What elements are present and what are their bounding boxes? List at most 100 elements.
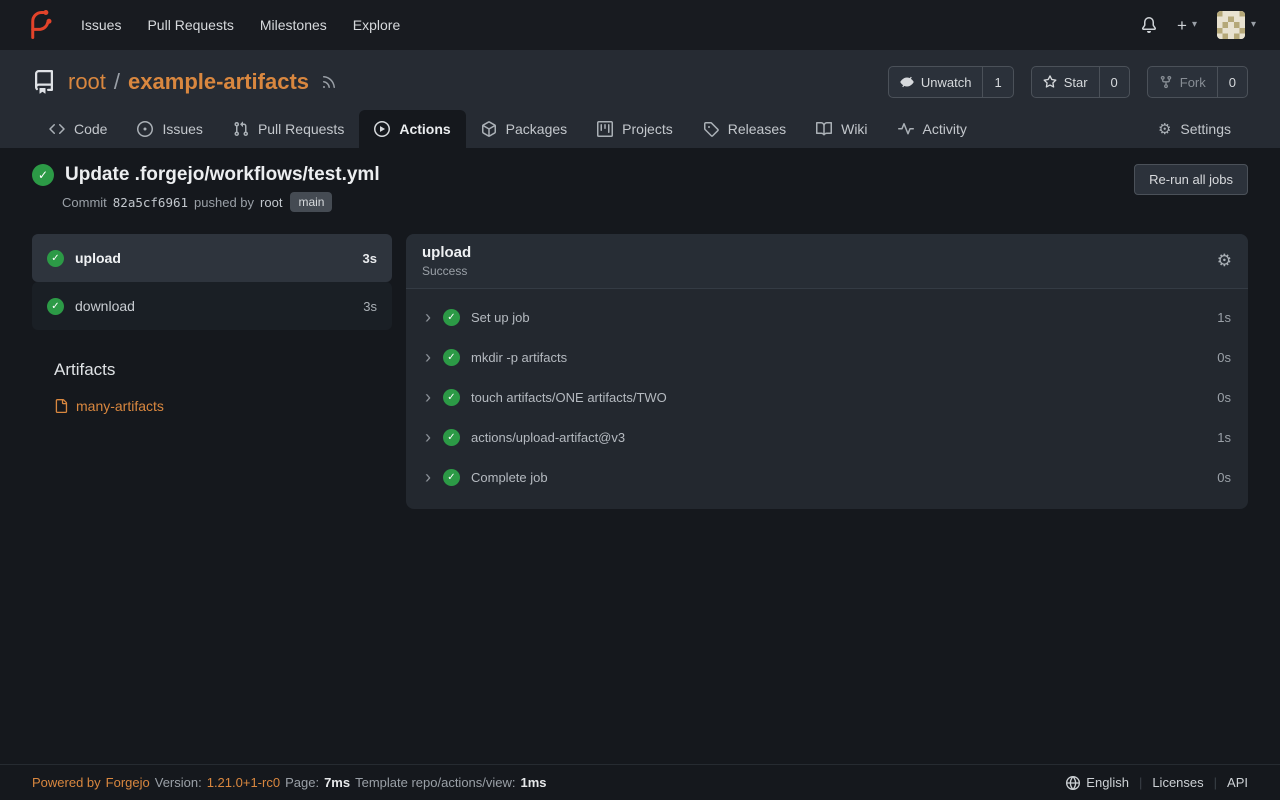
footer-right: English | Licenses | API	[1066, 775, 1248, 790]
run-title: Update .forgejo/workflows/test.yml	[65, 164, 380, 186]
licenses-link[interactable]: Licenses	[1152, 775, 1203, 790]
footer-divider: |	[1139, 775, 1142, 790]
tab-activity[interactable]: Activity	[883, 110, 982, 148]
step-name: actions/upload-artifact@v3	[470, 430, 625, 445]
step-success-check-icon: ✓	[443, 389, 460, 406]
unwatch-button[interactable]: Unwatch	[889, 67, 983, 97]
job-panel-title: upload	[422, 244, 471, 261]
plus-icon: +	[1177, 17, 1187, 34]
tab-actions[interactable]: Actions	[359, 110, 465, 148]
job-name: download	[75, 298, 135, 314]
nav-milestones[interactable]: Milestones	[247, 9, 340, 41]
branch-badge[interactable]: main	[290, 192, 332, 212]
tab-settings[interactable]: ⚙ Settings	[1143, 110, 1246, 148]
create-new-menu[interactable]: + ▾	[1177, 17, 1197, 34]
tab-code-label: Code	[74, 121, 107, 137]
job-item-download[interactable]: ✓ download 3s	[32, 282, 392, 330]
job-list: ✓ upload 3s ✓ download 3s	[32, 234, 392, 330]
chevron-right-icon: ›	[423, 348, 433, 366]
step-row-complete-job[interactable]: › ✓ Complete job 0s	[406, 457, 1248, 497]
tab-settings-label: Settings	[1180, 121, 1231, 137]
user-menu[interactable]: ▾	[1217, 11, 1256, 39]
globe-icon	[1066, 776, 1080, 790]
tab-pull-requests[interactable]: Pull Requests	[218, 110, 359, 148]
language-selector[interactable]: English	[1066, 775, 1129, 790]
check-glyph: ✓	[38, 168, 48, 182]
repo-name-link[interactable]: example-artifacts	[128, 69, 309, 95]
fork-label: Fork	[1180, 75, 1206, 90]
step-duration: 0s	[1217, 470, 1231, 485]
version-label: Version:	[155, 775, 202, 790]
star-label: Star	[1064, 75, 1088, 90]
footer: Powered by Forgejo Version: 1.21.0+1-rc0…	[0, 764, 1280, 800]
language-label: English	[1086, 775, 1129, 790]
footer-divider: |	[1214, 775, 1217, 790]
job-success-check-icon: ✓	[47, 298, 64, 315]
step-row-setup-job[interactable]: › ✓ Set up job 1s	[406, 297, 1248, 337]
step-duration: 1s	[1217, 430, 1231, 445]
check-glyph: ✓	[447, 312, 455, 323]
repo-owner-link[interactable]: root	[68, 69, 106, 95]
job-options-gear-icon[interactable]: ⚙	[1217, 251, 1232, 271]
artifacts-heading: Artifacts	[54, 360, 392, 380]
run-header: ✓ Update .forgejo/workflows/test.yml Com…	[32, 164, 1248, 212]
job-item-upload[interactable]: ✓ upload 3s	[32, 234, 392, 282]
tab-releases[interactable]: Releases	[688, 110, 801, 148]
forgejo-link[interactable]: Forgejo	[106, 775, 150, 790]
rss-icon[interactable]	[321, 74, 337, 90]
top-navbar: Issues Pull Requests Milestones Explore …	[0, 0, 1280, 50]
nav-explore[interactable]: Explore	[340, 9, 413, 41]
tab-wiki[interactable]: Wiki	[801, 110, 882, 148]
stars-count[interactable]: 0	[1099, 67, 1129, 97]
tab-issues[interactable]: Issues	[122, 110, 217, 148]
rerun-all-jobs-button[interactable]: Re-run all jobs	[1134, 164, 1248, 195]
avatar	[1217, 11, 1245, 39]
chevron-right-icon: ›	[423, 388, 433, 406]
artifact-link-many-artifacts[interactable]: many-artifacts	[54, 398, 392, 414]
step-duration: 1s	[1217, 310, 1231, 325]
api-link[interactable]: API	[1227, 775, 1248, 790]
step-success-check-icon: ✓	[443, 309, 460, 326]
star-button[interactable]: Star	[1032, 67, 1099, 97]
tab-projects[interactable]: Projects	[582, 110, 688, 148]
step-name: Complete job	[470, 470, 548, 485]
step-success-check-icon: ✓	[443, 469, 460, 486]
tab-pull-requests-label: Pull Requests	[258, 121, 344, 137]
repo-header: root / example-artifacts Unwatch 1 Star …	[0, 50, 1280, 148]
job-success-check-icon: ✓	[47, 250, 64, 267]
nav-issues[interactable]: Issues	[68, 9, 134, 41]
caret-down-icon: ▾	[1192, 20, 1197, 30]
fork-button-group: Fork 0	[1147, 66, 1248, 98]
notifications-bell-icon[interactable]	[1141, 17, 1157, 33]
step-row-mkdir[interactable]: › ✓ mkdir -p artifacts 0s	[406, 337, 1248, 377]
star-button-group: Star 0	[1031, 66, 1130, 98]
step-name: mkdir -p artifacts	[470, 350, 567, 365]
gear-icon: ⚙	[1158, 122, 1171, 137]
check-glyph: ✓	[51, 301, 59, 312]
run-success-check-icon: ✓	[32, 164, 54, 186]
tab-packages[interactable]: Packages	[466, 110, 582, 148]
unwatch-label: Unwatch	[921, 75, 972, 90]
run-content-columns: ✓ upload 3s ✓ download 3s Artifacts many…	[32, 234, 1248, 509]
version-link[interactable]: 1.21.0+1-rc0	[207, 775, 280, 790]
forks-count[interactable]: 0	[1217, 67, 1247, 97]
tab-code[interactable]: Code	[34, 110, 122, 148]
check-glyph: ✓	[447, 472, 455, 483]
step-row-touch[interactable]: › ✓ touch artifacts/ONE artifacts/TWO 0s	[406, 377, 1248, 417]
file-icon	[54, 399, 68, 413]
repo-icon	[32, 70, 56, 94]
commit-sha-link[interactable]: 82a5cf6961	[113, 195, 188, 210]
job-detail-panel: upload Success ⚙ › ✓ Set up job 1s › ✓ m…	[406, 234, 1248, 509]
step-row-upload-artifact[interactable]: › ✓ actions/upload-artifact@v3 1s	[406, 417, 1248, 457]
watchers-count[interactable]: 1	[982, 67, 1012, 97]
repo-separator: /	[114, 69, 120, 95]
footer-left: Powered by Forgejo Version: 1.21.0+1-rc0…	[32, 775, 547, 790]
fork-button[interactable]: Fork	[1148, 67, 1217, 97]
tab-packages-label: Packages	[506, 121, 567, 137]
commit-author-link[interactable]: root	[260, 195, 282, 210]
job-name: upload	[75, 250, 121, 266]
nav-pull-requests[interactable]: Pull Requests	[134, 9, 246, 41]
forgejo-logo-icon[interactable]	[24, 10, 54, 40]
tab-issues-label: Issues	[162, 121, 202, 137]
repo-title: root / example-artifacts	[68, 69, 309, 95]
